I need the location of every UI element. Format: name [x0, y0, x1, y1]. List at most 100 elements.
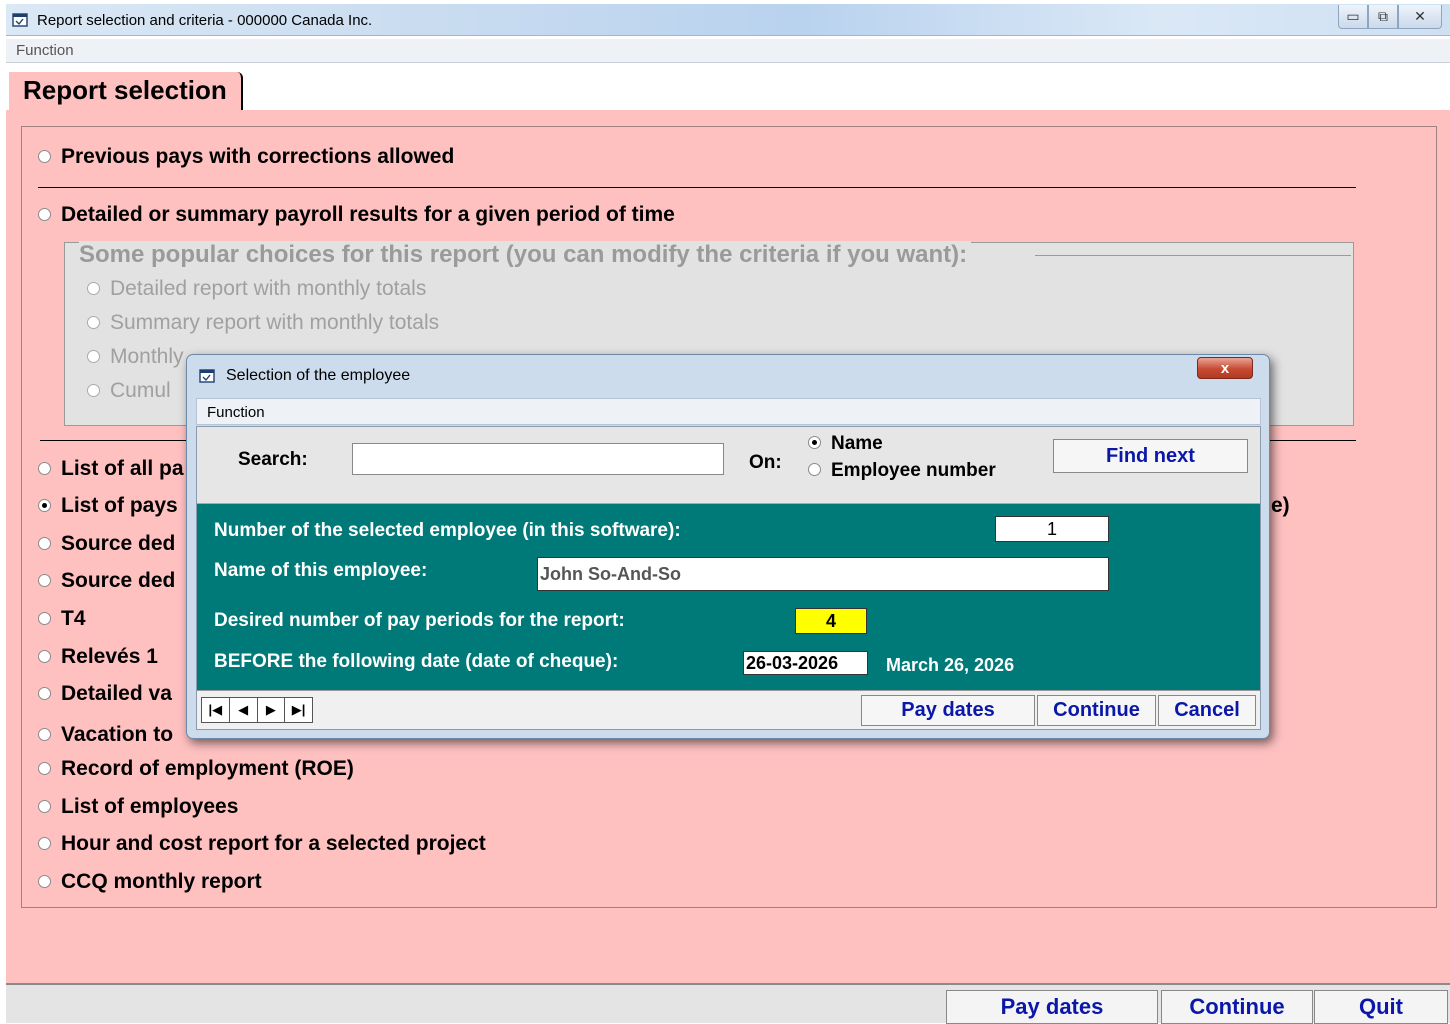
option-t4[interactable]: T4 [38, 607, 86, 631]
option-label: List of pays [61, 494, 178, 517]
radio-icon[interactable] [87, 316, 100, 329]
radio-selected-icon[interactable] [808, 436, 821, 449]
option-label: Hour and cost report for a selected proj… [61, 832, 486, 855]
radio-icon[interactable] [38, 650, 51, 663]
option-vacation-to-pay[interactable]: Vacation to [38, 723, 173, 747]
close-button[interactable]: ✕ [1398, 5, 1442, 29]
next-record-icon[interactable]: ▶ [258, 698, 286, 722]
option-label: CCQ monthly report [61, 870, 262, 893]
option-label: Source ded [61, 532, 176, 555]
option-roe[interactable]: Record of employment (ROE) [38, 757, 354, 781]
radio-icon[interactable] [38, 574, 51, 587]
option-detailed-summary[interactable]: Detailed or summary payroll results for … [38, 203, 675, 227]
before-date-field[interactable]: 26-03-2026 [743, 651, 868, 675]
first-record-icon[interactable]: |◀ [202, 698, 230, 722]
radio-on-employee-number[interactable]: Employee number [808, 460, 996, 482]
radio-icon[interactable] [38, 728, 51, 741]
last-record-icon[interactable]: ▶| [285, 698, 312, 722]
before-date-text: March 26, 2026 [886, 655, 1015, 675]
popular-choices-legend: Some popular choices for this report (yo… [79, 241, 972, 269]
continue-button[interactable]: Continue [1161, 990, 1313, 1024]
option-label: List of employees [61, 795, 239, 818]
maximize-button[interactable]: ⧉ [1368, 5, 1398, 29]
menu-function[interactable]: Function [16, 42, 74, 59]
option-list-employees[interactable]: List of employees [38, 795, 238, 819]
window-title: Report selection and criteria - 000000 C… [37, 12, 373, 29]
app-icon [12, 13, 28, 27]
minimize-button[interactable]: ▭ [1338, 5, 1368, 29]
option-list-of-pays-suffix: e) [1271, 494, 1290, 517]
dialog-cancel-button[interactable]: Cancel [1158, 695, 1256, 726]
popular-choice-item[interactable]: Detailed report with monthly totals [87, 277, 426, 301]
dialog-body: Search: On: Name Employee number Find ne… [196, 426, 1261, 730]
record-navigator: |◀ ◀ ▶ ▶| [201, 697, 313, 723]
tab-report-selection[interactable]: Report selection [9, 72, 243, 110]
dialog-pay-dates-button[interactable]: Pay dates [861, 695, 1035, 726]
radio-label: Employee number [831, 460, 996, 481]
employee-selection-dialog: Selection of the employee x Function Sea… [186, 354, 1270, 739]
pay-periods-label: Desired number of pay periods for the re… [214, 610, 625, 631]
dialog-close-button[interactable]: x [1197, 357, 1253, 379]
radio-on-name[interactable]: Name [808, 433, 883, 455]
radio-icon[interactable] [38, 537, 51, 550]
separator [38, 187, 1356, 188]
employee-number-field[interactable]: 1 [995, 516, 1109, 542]
radio-icon[interactable] [38, 208, 51, 221]
option-label: T4 [61, 607, 86, 630]
popular-choice-label: Cumul [110, 379, 171, 402]
option-releves-1[interactable]: Relevés 1 [38, 645, 158, 669]
option-label: Detailed va [61, 682, 172, 705]
radio-icon[interactable] [38, 875, 51, 888]
option-hour-cost-report[interactable]: Hour and cost report for a selected proj… [38, 832, 486, 856]
option-detailed-vacation[interactable]: Detailed va [38, 682, 172, 706]
previous-record-icon[interactable]: ◀ [230, 698, 258, 722]
employee-info-panel: Number of the selected employee (in this… [197, 504, 1260, 690]
popular-choice-item[interactable]: Cumul [87, 379, 171, 403]
tab-row: Report selection [6, 66, 1450, 110]
option-ccq-monthly[interactable]: CCQ monthly report [38, 870, 262, 894]
dialog-continue-button[interactable]: Continue [1037, 695, 1156, 726]
radio-icon[interactable] [38, 462, 51, 475]
on-label: On: [749, 452, 782, 473]
bottom-button-bar: Pay dates Continue Quit [6, 983, 1450, 1024]
radio-label: Name [831, 433, 883, 454]
option-list-of-pays[interactable]: List of pays [38, 494, 178, 518]
search-input[interactable] [352, 443, 724, 475]
radio-icon[interactable] [38, 837, 51, 850]
option-list-all[interactable]: List of all pa [38, 457, 184, 481]
quit-button[interactable]: Quit [1314, 990, 1448, 1024]
dialog-title: Selection of the employee [226, 367, 411, 384]
dialog-menu-function[interactable]: Function [207, 404, 265, 421]
employee-name-label: Name of this employee: [214, 560, 428, 581]
radio-icon[interactable] [808, 463, 821, 476]
radio-icon[interactable] [38, 687, 51, 700]
radio-icon[interactable] [87, 282, 100, 295]
find-next-button[interactable]: Find next [1053, 439, 1248, 473]
option-label: Relevés 1 [61, 645, 158, 668]
option-source-deductions-2[interactable]: Source ded [38, 569, 175, 593]
option-label: Record of employment (ROE) [61, 757, 354, 780]
search-label: Search: [238, 449, 308, 470]
pay-dates-button[interactable]: Pay dates [946, 990, 1158, 1024]
employee-name-field[interactable]: John So-And-So [537, 557, 1109, 591]
popular-choice-item[interactable]: Summary report with monthly totals [87, 311, 439, 335]
radio-icon[interactable] [87, 384, 100, 397]
search-panel: Search: On: Name Employee number Find ne… [197, 427, 1260, 504]
popular-choice-item[interactable]: Monthly [87, 345, 184, 369]
radio-icon[interactable] [38, 800, 51, 813]
option-previous-pays[interactable]: Previous pays with corrections allowed [38, 145, 454, 169]
pay-periods-field[interactable]: 4 [795, 608, 867, 634]
option-source-deductions[interactable]: Source ded [38, 532, 175, 556]
before-date-label: BEFORE the following date (date of chequ… [214, 651, 619, 672]
radio-selected-icon[interactable] [38, 499, 51, 512]
option-label: Vacation to [61, 723, 174, 746]
popular-choice-label: Detailed report with monthly totals [110, 277, 427, 300]
radio-icon[interactable] [38, 150, 51, 163]
option-label: Source ded [61, 569, 176, 592]
dialog-menu-bar: Function [196, 398, 1261, 425]
radio-icon[interactable] [87, 350, 100, 363]
dialog-navigation-bar: |◀ ◀ ▶ ▶| Pay dates Continue Cancel [197, 690, 1260, 729]
radio-icon[interactable] [38, 762, 51, 775]
radio-icon[interactable] [38, 612, 51, 625]
title-bar[interactable]: Report selection and criteria - 000000 C… [6, 4, 1450, 36]
